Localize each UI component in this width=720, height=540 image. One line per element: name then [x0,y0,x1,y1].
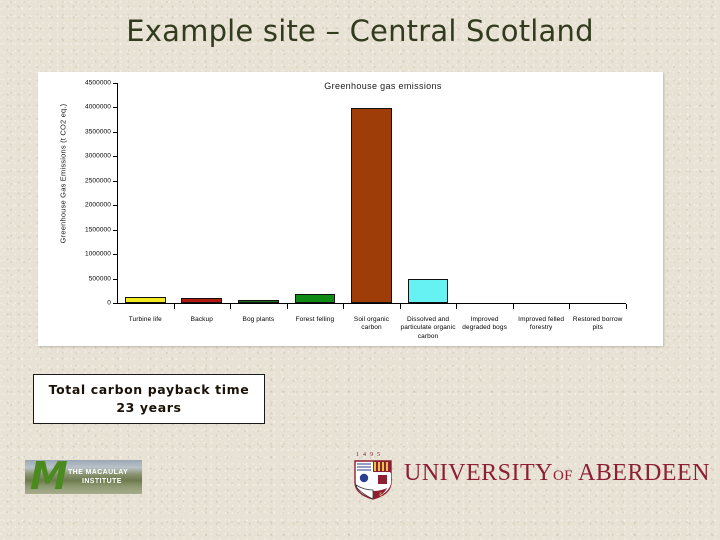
x-axis-category-label: Forest felling [295,316,335,323]
y-axis-tick-label: 4500000 [84,79,111,87]
y-axis-tick [113,156,118,158]
x-axis-tick [399,304,401,309]
aberdeen-founding-year: 1495 [356,452,384,458]
y-axis-tick-label: 500000 [88,275,111,283]
y-axis-title: Greenhouse Gas Emissions (t CO2 eq.) [58,103,68,244]
x-axis-tick [286,304,288,309]
x-axis-line [117,303,626,304]
svg-text:§: § [379,491,383,499]
y-axis-tick [113,303,118,304]
x-axis-tick [569,304,571,309]
chart-bar [294,293,336,303]
x-axis-category-label: Restored borrow pits [572,316,623,332]
y-axis-tick [113,180,118,182]
y-axis-tick-label: 3000000 [84,152,111,160]
chart-plot-area: 0 500000 1000000 1500000 2000000 2500000 30000… [85,80,627,340]
page-title: Example site – Central Scotland [126,14,594,48]
x-axis-tick [230,304,232,309]
aberdeen-coat-of-arms-icon: § [354,460,392,500]
macaulay-monogram-icon: M [30,460,68,494]
university-of-aberdeen-logo: 1495 § UNIVERSITYOF ABERDEEN [352,452,709,500]
payback-line-2: 23 years [116,400,182,415]
y-axis-tick-label: 1000000 [84,250,111,258]
y-axis-tick [113,278,118,280]
aberdeen-university-word: UNIVERSITY [404,460,553,486]
x-axis-category-label: Turbine life [128,316,162,323]
x-axis-tick [626,304,627,309]
chart-bar [407,278,449,303]
y-axis-tick [113,229,118,231]
aberdeen-of-word: OF [553,468,573,484]
macaulay-institute-logo: M THE MACAULAY INSTITUTE [25,460,142,494]
x-axis-category-label: Improved degraded bogs [462,316,507,332]
x-axis-category-label: Dissolved and particulate organic carbon [400,316,456,340]
y-axis-tick [113,205,118,207]
x-axis-category-label: Soil organic carbon [353,316,390,332]
chart-bar [124,296,166,303]
chart-bar [351,108,392,303]
y-axis-tick-label: 1500000 [84,226,111,234]
y-axis-tick-label: 0 [107,299,111,307]
chart-bar [238,299,279,303]
y-axis-tick [113,131,118,133]
x-axis-tick [456,304,458,309]
chart-panel: Greenhouse gas emissions Greenhouse Gas … [38,72,663,346]
y-axis-tick [113,83,118,84]
payback-time-text: Total carbon payback time 23 years [49,381,250,417]
y-axis-tick-label: 3500000 [84,128,111,136]
x-axis-tick [173,304,175,309]
macaulay-logo-text: THE MACAULAY INSTITUTE [68,468,128,486]
payback-line-1: Total carbon payback time [48,381,250,397]
y-axis-tick [113,254,118,256]
aberdeen-logo-text: UNIVERSITYOF ABERDEEN [404,460,710,487]
y-axis-tick-label: 2000000 [84,201,111,209]
y-axis-line [117,83,118,304]
macaulay-logo-line-2: INSTITUTE [82,478,122,485]
x-axis-category-label: Bog plants [242,316,275,323]
y-axis-tick-label: 4000000 [84,103,111,111]
chart-bar [181,297,223,303]
x-axis-category-label: Backup [190,316,213,323]
x-axis-tick [512,304,514,309]
y-axis-tick-label: 2500000 [84,177,111,185]
y-axis-tick [113,107,118,109]
macaulay-logo-line-1: THE MACAULAY [68,469,129,476]
aberdeen-place-word: ABERDEEN [577,460,710,486]
x-axis-tick [343,304,345,309]
payback-time-box: Total carbon payback time 23 years [33,374,265,424]
x-axis-category-label: Improved felled forestry [518,316,565,332]
